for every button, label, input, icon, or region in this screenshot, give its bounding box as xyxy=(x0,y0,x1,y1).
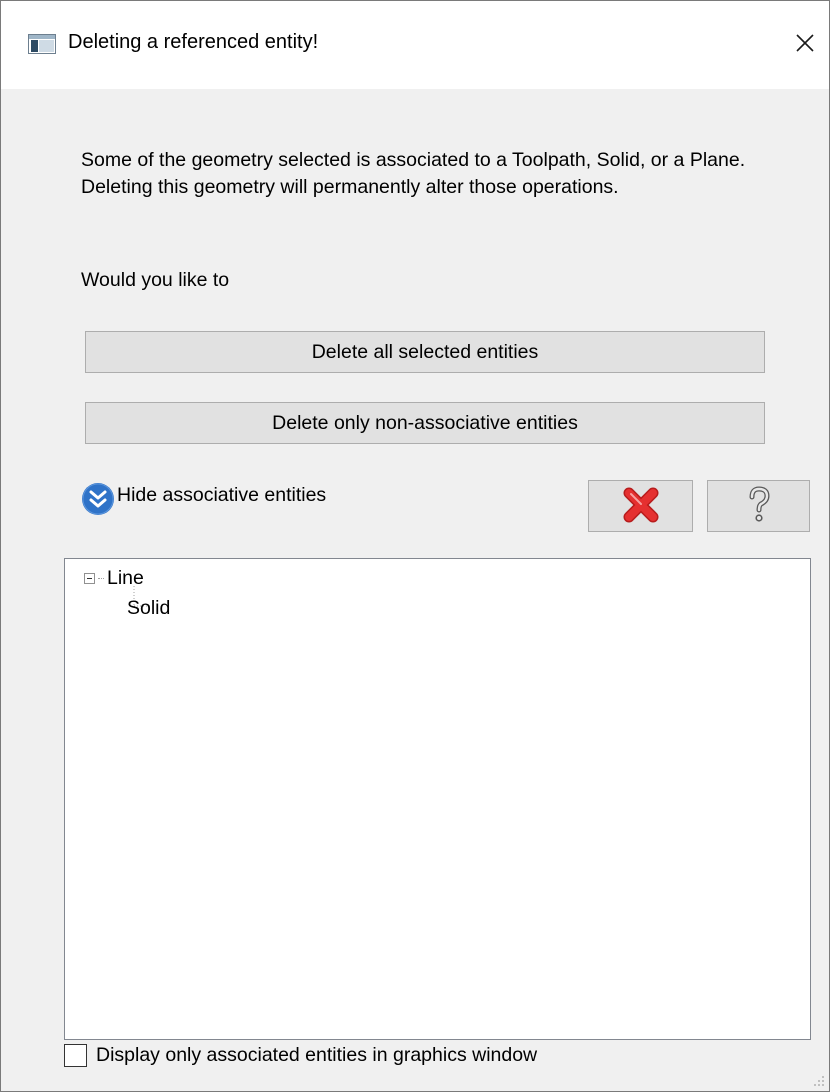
help-button[interactable] xyxy=(707,480,810,532)
window-title: Deleting a referenced entity! xyxy=(68,31,319,53)
resize-grip-icon[interactable] xyxy=(813,1075,825,1087)
associated-entities-tree[interactable]: Line Solid xyxy=(64,558,811,1040)
tree-item-solid[interactable]: Solid xyxy=(124,597,170,620)
display-associated-checkbox-row[interactable]: Display only associated entities in grap… xyxy=(64,1044,537,1067)
warning-message: Some of the geometry selected is associa… xyxy=(81,149,746,198)
tree-item-label: Solid xyxy=(127,597,171,619)
delete-all-button[interactable]: Delete all selected entities xyxy=(85,331,765,373)
chevron-double-down-icon xyxy=(81,482,115,516)
tree-item-label: Line xyxy=(107,567,144,589)
question-mark-icon xyxy=(744,485,774,528)
tree-item-line[interactable]: Line xyxy=(84,567,144,590)
dialog-window: Deleting a referenced entity! Some of th… xyxy=(0,0,830,1092)
cancel-button[interactable] xyxy=(588,480,693,532)
application-icon xyxy=(28,34,56,54)
delete-non-associative-button[interactable]: Delete only non-associative entities xyxy=(85,402,765,444)
question-label: Would you like to xyxy=(81,269,230,291)
hide-associative-toggle[interactable]: Hide associative entities xyxy=(81,476,326,516)
collapse-toggle-icon[interactable] xyxy=(84,573,95,584)
tree-dots xyxy=(98,578,104,579)
expander-label: Hide associative entities xyxy=(117,484,327,506)
close-icon xyxy=(795,33,815,58)
close-button[interactable] xyxy=(785,21,825,69)
checkbox-label: Display only associated entities in grap… xyxy=(96,1044,538,1066)
display-associated-checkbox[interactable] xyxy=(64,1044,87,1067)
red-x-icon xyxy=(621,485,661,528)
title-bar[interactable]: Deleting a referenced entity! xyxy=(1,1,829,89)
